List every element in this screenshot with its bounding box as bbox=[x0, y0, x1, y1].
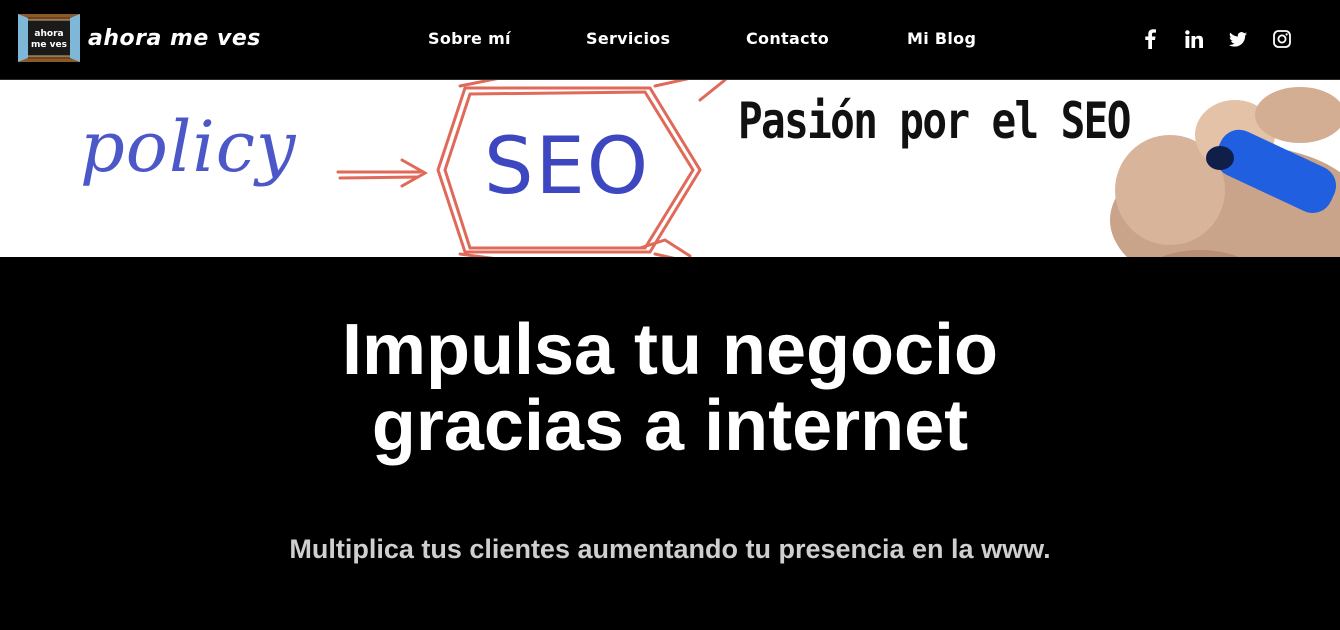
nav-item-mi-blog[interactable]: Mi Blog bbox=[907, 29, 976, 48]
twitter-icon[interactable] bbox=[1228, 29, 1248, 49]
banner-word-policy: policy bbox=[80, 106, 297, 188]
facebook-icon[interactable] bbox=[1140, 29, 1160, 49]
hero-banner-image: policy SEO Pasión por el SEO bbox=[0, 80, 1340, 257]
nav-item-servicios[interactable]: Servicios bbox=[586, 29, 670, 48]
nav-item-sobre-mi[interactable]: Sobre mí bbox=[428, 29, 511, 48]
nav-item-contacto[interactable]: Contacto bbox=[746, 29, 829, 48]
hero-title: Impulsa tu negocio gracias a internet bbox=[0, 312, 1340, 464]
banner-headline: Pasión por el SEO bbox=[738, 92, 1131, 150]
site-header: ahora me ves ahora me ves Sobre mí Servi… bbox=[0, 0, 1340, 80]
social-links bbox=[1140, 29, 1292, 49]
instagram-icon[interactable] bbox=[1272, 29, 1292, 49]
hero-title-line1: Impulsa tu negocio bbox=[341, 310, 999, 390]
hero-title-line2: gracias a internet bbox=[371, 386, 969, 466]
hero-subtitle: Multiplica tus clientes aumentando tu pr… bbox=[289, 534, 1051, 564]
main-nav: Sobre mí Servicios Contacto Mi Blog bbox=[0, 29, 1340, 51]
linkedin-icon[interactable] bbox=[1184, 29, 1204, 49]
banner-word-seo: SEO bbox=[484, 122, 651, 212]
